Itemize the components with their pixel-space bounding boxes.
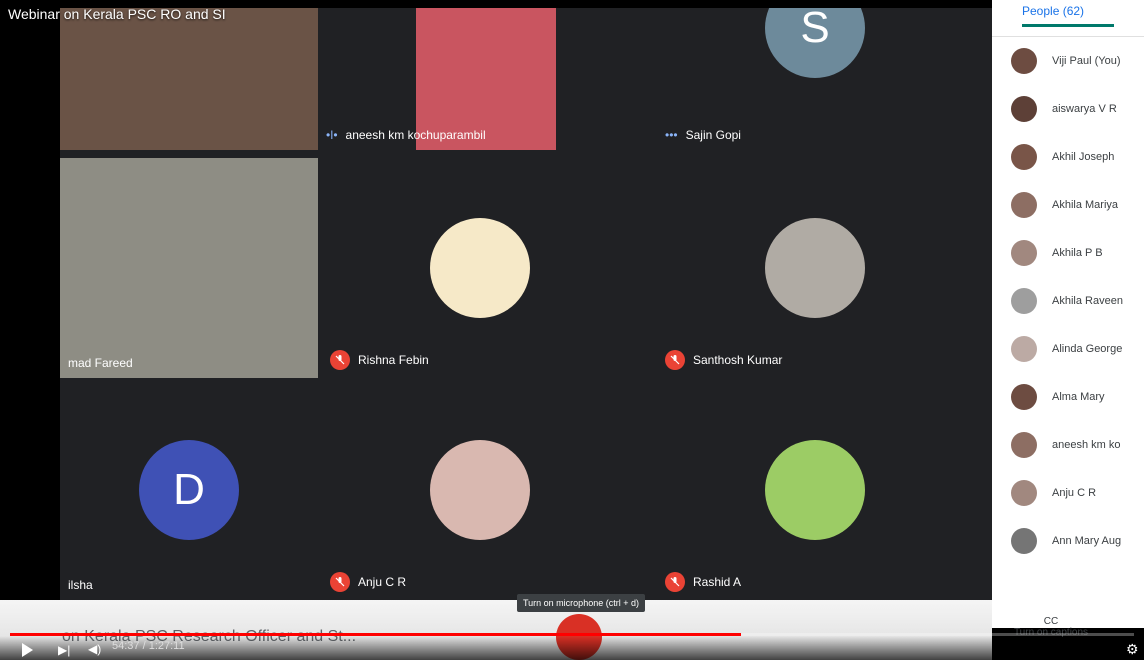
participant-name: Viji Paul (You) [1052, 55, 1121, 67]
participant-avatar [1011, 192, 1037, 218]
participant-row[interactable]: Alinda George [992, 325, 1144, 373]
tile-label: Santhosh Kumar [665, 350, 782, 370]
volume-icon[interactable]: ◀) [88, 642, 101, 656]
settings-icon[interactable]: ⚙ [1126, 641, 1139, 658]
participant-tile: mad Fareed [60, 158, 318, 378]
participant-avatar [765, 218, 865, 318]
participant-name: Ann Mary Aug [1052, 535, 1122, 547]
tile-label: Rishna Febin [330, 350, 429, 370]
microphone-tooltip: Turn on microphone (ctrl + d) [517, 594, 645, 612]
participant-avatar [430, 440, 530, 540]
mic-off-icon [330, 350, 350, 370]
participant-row[interactable]: Akhila P B [992, 229, 1144, 277]
participant-name: aiswarya V R [1052, 103, 1117, 115]
speaking-icon: ••• [665, 128, 678, 142]
mic-off-icon [330, 572, 350, 592]
participant-tile: Santhosh Kumar [657, 158, 973, 378]
tile-label: Rashid A [665, 572, 741, 592]
tile-label: mad Fareed [68, 356, 133, 370]
participant-row[interactable]: Viji Paul (You) [992, 37, 1144, 85]
tile-label: ••• Sajin Gopi [665, 128, 741, 142]
participant-row[interactable]: aiswarya V R [992, 85, 1144, 133]
video-player[interactable]: •ǀ• aneesh km kochuparambil S ••• Sajin … [0, 0, 1144, 660]
participant-avatar [1011, 96, 1037, 122]
participant-name: Akhil Joseph [1052, 151, 1115, 163]
speaking-icon: •ǀ• [326, 128, 338, 142]
participant-name: Akhila Raveen [1052, 295, 1123, 307]
time-display: 54:37 / 1:27:11 [112, 640, 185, 652]
participant-row[interactable]: Akhila Raveen [992, 277, 1144, 325]
participant-tile: S ••• Sajin Gopi [657, 8, 973, 150]
participant-tile: •ǀ• aneesh km kochuparambil [318, 8, 558, 150]
tile-label: •ǀ• aneesh km kochuparambil [326, 128, 486, 142]
people-panel: People (62) Viji Paul (You) aiswarya V R A… [992, 0, 1144, 628]
participant-row[interactable]: Ann Mary Aug [992, 517, 1144, 565]
mic-off-icon [665, 350, 685, 370]
participant-row[interactable]: Akhila Mariya [992, 181, 1144, 229]
participant-avatar [1011, 336, 1037, 362]
participant-avatar [1011, 240, 1037, 266]
participant-name: Anju C R [1052, 487, 1097, 499]
participant-name: Alinda George [1052, 343, 1123, 355]
tab-people[interactable]: People (62) [1022, 4, 1084, 18]
participant-tile: D ilsha [60, 380, 318, 600]
participant-avatar [1011, 528, 1037, 554]
participant-avatar: S [765, 8, 865, 78]
tile-label: Anju C R [330, 572, 406, 592]
participant-name: Akhila Mariya [1052, 199, 1119, 211]
cc-icon: CC [1043, 616, 1059, 627]
participant-avatar: D [139, 440, 239, 540]
tile-label: ilsha [68, 578, 93, 592]
people-panel-header: People (62) [992, 0, 1144, 37]
next-icon[interactable]: ▶| [58, 643, 70, 657]
participant-name: Akhila P B [1052, 247, 1103, 259]
participant-tile: Rashid A [657, 380, 973, 600]
tab-indicator [1022, 24, 1114, 27]
participant-row[interactable]: Alma Mary [992, 373, 1144, 421]
participant-avatar [1011, 288, 1037, 314]
participant-tile: Rishna Febin [322, 158, 638, 378]
participant-name: Alma Mary [1052, 391, 1105, 403]
meet-grid: •ǀ• aneesh km kochuparambil S ••• Sajin … [60, 8, 992, 600]
participant-avatar [765, 440, 865, 540]
participant-row[interactable]: Anju C R [992, 469, 1144, 517]
participant-tile: Anju C R [322, 380, 638, 600]
watch-later-icon[interactable] [1126, 6, 1144, 24]
mic-off-icon [665, 572, 685, 592]
play-icon[interactable] [22, 643, 33, 657]
participant-row[interactable]: aneesh km ko [992, 421, 1144, 469]
participant-avatar [1011, 384, 1037, 410]
participant-avatar [1011, 432, 1037, 458]
participant-avatar [1011, 48, 1037, 74]
video-title[interactable]: Webinar on Kerala PSC RO and SI [8, 6, 226, 22]
participant-name: aneesh km ko [1052, 439, 1121, 451]
participant-list: Viji Paul (You) aiswarya V R Akhil Joseph A… [992, 37, 1144, 565]
participant-avatar [1011, 480, 1037, 506]
participant-row[interactable]: Akhil Joseph [992, 133, 1144, 181]
participant-avatar [430, 218, 530, 318]
participant-avatar [1011, 144, 1037, 170]
